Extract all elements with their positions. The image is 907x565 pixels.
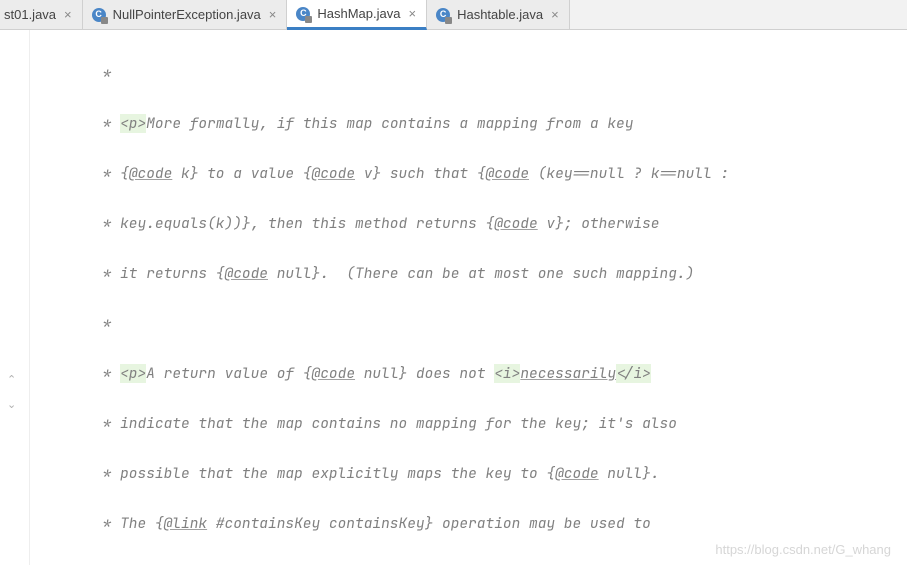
tab-label: NullPointerException.java (113, 7, 261, 22)
tab-st01[interactable]: st01.java × (0, 0, 83, 29)
tab-hashtable[interactable]: C Hashtable.java × (427, 0, 570, 29)
gutter: ⌃ ⌄ (0, 30, 30, 565)
code-area[interactable]: * * <p>More formally, if this map contai… (30, 30, 907, 565)
tab-nullpointerexception[interactable]: C NullPointerException.java × (83, 0, 288, 29)
close-icon[interactable]: × (64, 7, 72, 22)
lock-icon (101, 17, 108, 24)
class-icon: C (295, 6, 311, 22)
tab-hashmap[interactable]: C HashMap.java × (287, 0, 427, 30)
editor: ⌃ ⌄ * * <p>More formally, if this map co… (0, 30, 907, 565)
tab-label: st01.java (4, 7, 56, 22)
tab-label: Hashtable.java (457, 7, 543, 22)
close-icon[interactable]: × (551, 7, 559, 22)
tab-label: HashMap.java (317, 6, 400, 21)
lock-icon (445, 17, 452, 24)
fold-start-icon[interactable]: ⌄ (7, 400, 16, 411)
tab-bar: st01.java × C NullPointerException.java … (0, 0, 907, 30)
close-icon[interactable]: × (269, 7, 277, 22)
class-icon: C (435, 7, 451, 23)
watermark: https://blog.csdn.net/G_whang (715, 542, 891, 557)
fold-end-icon[interactable]: ⌃ (7, 375, 16, 386)
class-icon: C (91, 7, 107, 23)
lock-icon (305, 16, 312, 23)
close-icon[interactable]: × (408, 6, 416, 21)
